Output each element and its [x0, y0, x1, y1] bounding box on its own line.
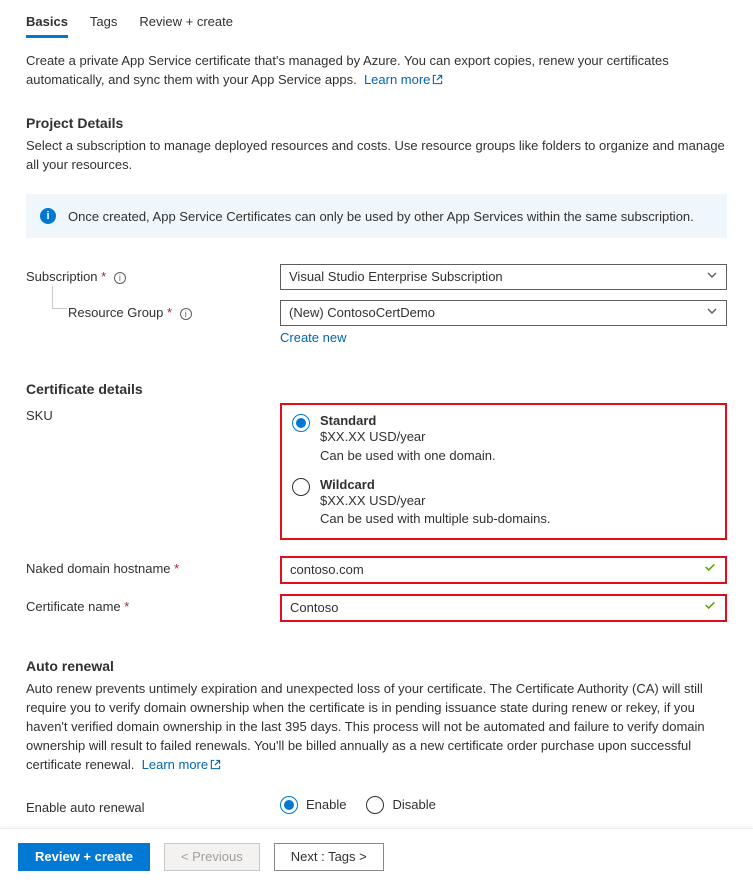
subscription-label: Subscription * i [26, 264, 280, 284]
tab-review[interactable]: Review + create [139, 10, 233, 38]
create-new-link[interactable]: Create new [280, 330, 346, 345]
auto-renewal-enable[interactable]: Enable [280, 795, 346, 814]
tab-basics[interactable]: Basics [26, 10, 68, 38]
check-icon [703, 596, 717, 620]
tab-bar: Basics Tags Review + create [26, 0, 727, 38]
certname-label: Certificate name * [26, 594, 280, 614]
radio-label: Enable [306, 797, 346, 812]
sku-desc: Can be used with one domain. [320, 447, 496, 465]
info-icon: i [40, 208, 56, 224]
auto-renewal-disable[interactable]: Disable [366, 795, 435, 814]
external-link-icon [432, 72, 443, 91]
auto-renewal-desc: Auto renew prevents untimely expiration … [26, 680, 727, 775]
hostname-input[interactable]: contoso.com [280, 556, 727, 584]
certificate-details-heading: Certificate details [26, 381, 727, 397]
sku-option-wildcard[interactable]: Wildcard $XX.XX USD/year Can be used wit… [292, 475, 715, 530]
learn-more-link[interactable]: Learn more [364, 72, 443, 87]
radio-label: Disable [392, 797, 435, 812]
intro-text: Create a private App Service certificate… [26, 52, 727, 91]
sku-title: Standard [320, 413, 496, 428]
auto-renewal-heading: Auto renewal [26, 658, 727, 674]
check-icon [703, 558, 717, 582]
hostname-label: Naked domain hostname * [26, 556, 280, 576]
sku-price: $XX.XX USD/year [320, 492, 551, 510]
resource-group-label: Resource Group * i [26, 300, 280, 320]
project-details-desc: Select a subscription to manage deployed… [26, 137, 727, 175]
resource-group-select[interactable]: (New) ContosoCertDemo [280, 300, 727, 326]
external-link-icon [210, 757, 221, 776]
chevron-down-icon [706, 301, 718, 325]
learn-more-link[interactable]: Learn more [142, 757, 221, 772]
sku-options-box: Standard $XX.XX USD/year Can be used wit… [280, 403, 727, 540]
radio-icon[interactable] [292, 478, 310, 496]
form-scroll-area[interactable]: Basics Tags Review + create Create a pri… [0, 0, 753, 828]
tab-tags[interactable]: Tags [90, 10, 117, 38]
next-button[interactable]: Next : Tags > [274, 843, 384, 871]
info-banner-text: Once created, App Service Certificates c… [68, 209, 694, 224]
certname-input[interactable]: Contoso [280, 594, 727, 622]
enable-auto-renewal-label: Enable auto renewal [26, 795, 280, 815]
radio-icon[interactable] [366, 796, 384, 814]
previous-button: < Previous [164, 843, 260, 871]
sku-option-standard[interactable]: Standard $XX.XX USD/year Can be used wit… [292, 411, 715, 474]
radio-icon[interactable] [292, 414, 310, 432]
chevron-down-icon [706, 265, 718, 289]
project-details-heading: Project Details [26, 115, 727, 131]
info-icon[interactable]: i [180, 308, 192, 320]
info-banner: i Once created, App Service Certificates… [26, 194, 727, 238]
sku-desc: Can be used with multiple sub-domains. [320, 510, 551, 528]
radio-icon[interactable] [280, 796, 298, 814]
wizard-footer: Review + create < Previous Next : Tags > [0, 828, 753, 884]
sku-price: $XX.XX USD/year [320, 428, 496, 446]
info-icon[interactable]: i [114, 272, 126, 284]
sku-title: Wildcard [320, 477, 551, 492]
subscription-select[interactable]: Visual Studio Enterprise Subscription [280, 264, 727, 290]
review-create-button[interactable]: Review + create [18, 843, 150, 871]
sku-label: SKU [26, 403, 280, 423]
